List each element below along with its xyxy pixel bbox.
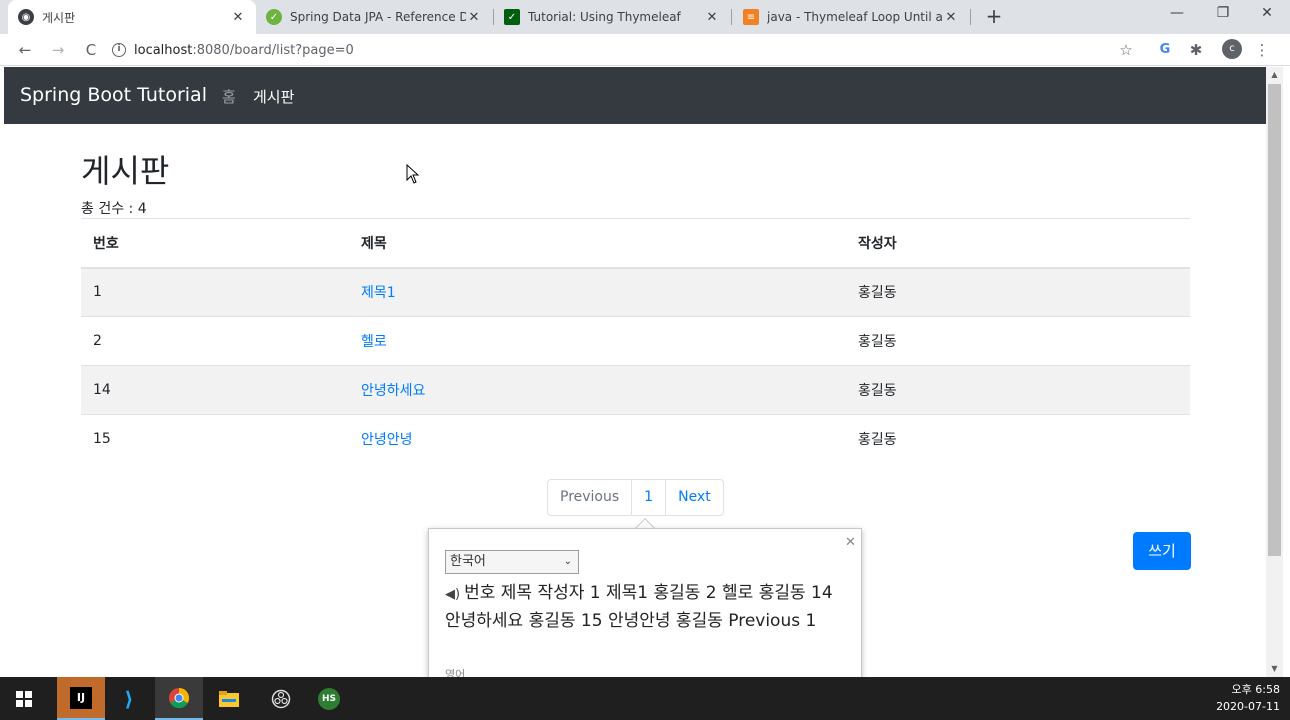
write-button[interactable]: 쓰기 [1133,532,1191,570]
table-header-row: 번호 제목 작성자 [81,218,1190,269]
total-count: 총 건수 : 4 [81,201,147,217]
browser-toolbar: ← → C i localhost:8080/board/list?page=0… [0,34,1290,66]
intellij-icon: IJ [70,686,92,709]
close-icon[interactable]: ✕ [845,535,856,550]
pagination-page-1[interactable]: 1 [631,479,667,516]
board-table: 번호 제목 작성자 1 제목1 홍길동 2 헬로 홍길동 14 안녕하세요 홍길… [81,218,1190,464]
scroll-down-arrow-icon[interactable]: ▼ [1266,661,1283,677]
row-author: 홍길동 [846,267,1190,317]
obs-icon [270,688,292,710]
row-number: 1 [81,267,349,317]
file-explorer-icon [218,688,240,710]
kebab-menu-icon[interactable]: ⋮ [1252,40,1272,60]
url-path: :8080/board/list?page=0 [192,42,354,58]
extensions-puzzle-icon[interactable]: ✱ [1186,40,1206,60]
translation-body: 번호 제목 작성자 1 제목1 홍길동 2 헬로 홍길동 14 안녕하세요 홍길… [445,583,833,631]
row-title-link[interactable]: 안녕안녕 [361,432,413,448]
globe-icon: ◉ [18,9,34,25]
taskbar-heidisql[interactable]: HS [305,677,353,720]
tab-title: 게시판 [42,10,76,25]
column-header-title: 제목 [349,218,846,269]
speaker-icon[interactable]: ◀) [445,587,460,602]
row-author: 홍길동 [846,316,1190,366]
close-icon[interactable]: ✕ [466,10,482,25]
forward-button[interactable]: → [46,38,70,62]
site-info-icon[interactable]: i [112,43,126,57]
close-icon[interactable]: ✕ [230,10,246,25]
table-row: 15 안녕안녕 홍길동 [81,414,1190,464]
address-bar[interactable]: i localhost:8080/board/list?page=0 [112,38,1142,62]
pagination-previous[interactable]: Previous [547,479,633,516]
taskbar-clock[interactable]: 오후 6:58 2020-07-11 [1200,681,1280,715]
taskbar-obs[interactable] [257,677,305,720]
column-header-number: 번호 [81,218,349,269]
taskbar-file-explorer[interactable] [205,677,253,720]
tab-title: Spring Data JPA - Reference Do [290,10,466,24]
tab-board[interactable]: ◉ 게시판 ✕ [8,0,256,34]
google-translate-icon[interactable]: G [1155,40,1175,60]
language-select[interactable]: 한국어 ⌄ [445,550,579,574]
vscode-icon: ⟩ [124,686,134,711]
profile-avatar[interactable]: c [1222,39,1242,59]
row-author: 홍길동 [846,414,1190,464]
translate-popup: ✕ 한국어 ⌄ ◀) 번호 제목 작성자 1 제목1 홍길동 2 헬로 홍길동 1… [428,528,862,678]
windows-start-icon [13,688,35,710]
back-button[interactable]: ← [13,38,37,62]
taskbar-intellij[interactable]: IJ [57,677,105,720]
chevron-down-icon: ⌄ [563,556,572,567]
site-navbar: Spring Boot Tutorial 홈 게시판 [4,67,1266,124]
url-host: localhost [134,42,193,58]
windows-taskbar: IJ ⟩ HS [0,677,1290,720]
row-number: 15 [81,414,349,464]
scroll-up-arrow-icon[interactable]: ▲ [1266,67,1283,83]
spring-leaf-icon: ✓ [266,9,282,25]
column-header-author: 작성자 [846,218,1190,269]
bookmark-star-icon[interactable]: ☆ [1116,40,1136,60]
row-title-link[interactable]: 제목1 [361,285,396,301]
pagination-next[interactable]: Next [665,479,724,516]
clock-date: 2020-07-11 [1216,700,1280,713]
windows-start-button[interactable] [0,677,48,720]
table-row: 14 안녕하세요 홍길동 [81,365,1190,415]
nav-link-home[interactable]: 홈 [222,86,236,107]
tab-title: java - Thymeleaf Loop Until a N [767,10,943,24]
restore-button[interactable]: ❐ [1200,0,1246,28]
table-row: 2 헬로 홍길동 [81,316,1190,366]
translation-text: ◀) 번호 제목 작성자 1 제목1 홍길동 2 헬로 홍길동 14 안녕하세요 … [445,580,845,635]
tab-separator [970,9,971,25]
tab-spring-data-jpa[interactable]: ✓ Spring Data JPA - Reference Do ✕ [256,0,492,34]
tab-stackoverflow[interactable]: ≡ java - Thymeleaf Loop Until a N ✕ [733,0,969,34]
close-icon[interactable]: ✕ [943,10,959,25]
taskbar-vscode[interactable]: ⟩ [105,677,153,720]
tab-title: Tutorial: Using Thymeleaf [528,10,681,24]
clock-time: 오후 6:58 [1231,683,1280,696]
window-close-button[interactable]: ✕ [1244,0,1290,28]
table-row: 1 제목1 홍길동 [81,267,1190,317]
nav-link-board[interactable]: 게시판 [253,86,294,107]
navbar-brand[interactable]: Spring Boot Tutorial [20,84,207,106]
close-icon[interactable]: ✕ [704,10,720,25]
scrollbar-thumb[interactable] [1268,84,1281,556]
row-number: 2 [81,316,349,366]
page-title: 게시판 [81,152,170,190]
browser-tab-strip: ◉ 게시판 ✕ ✓ Spring Data JPA - Reference Do… [0,0,1290,34]
row-title-link[interactable]: 안녕하세요 [361,383,425,399]
tab-separator [731,9,732,25]
new-tab-button[interactable]: + [982,4,1006,28]
row-author: 홍길동 [846,365,1190,415]
row-title-link[interactable]: 헬로 [361,334,387,350]
pagination: Previous 1 Next [547,479,724,516]
row-number: 14 [81,365,349,415]
tab-thymeleaf-tutorial[interactable]: ✓ Tutorial: Using Thymeleaf ✕ [494,0,730,34]
thymeleaf-icon: ✓ [504,9,520,25]
minimize-button[interactable]: — [1154,0,1200,28]
reload-button[interactable]: C [79,38,103,62]
taskbar-chrome[interactable] [155,677,203,720]
heidisql-icon: HS [318,687,340,710]
chrome-icon [168,687,190,709]
mouse-cursor-icon [406,164,420,184]
language-select-value: 한국어 [450,554,486,569]
stackoverflow-icon: ≡ [743,9,759,25]
